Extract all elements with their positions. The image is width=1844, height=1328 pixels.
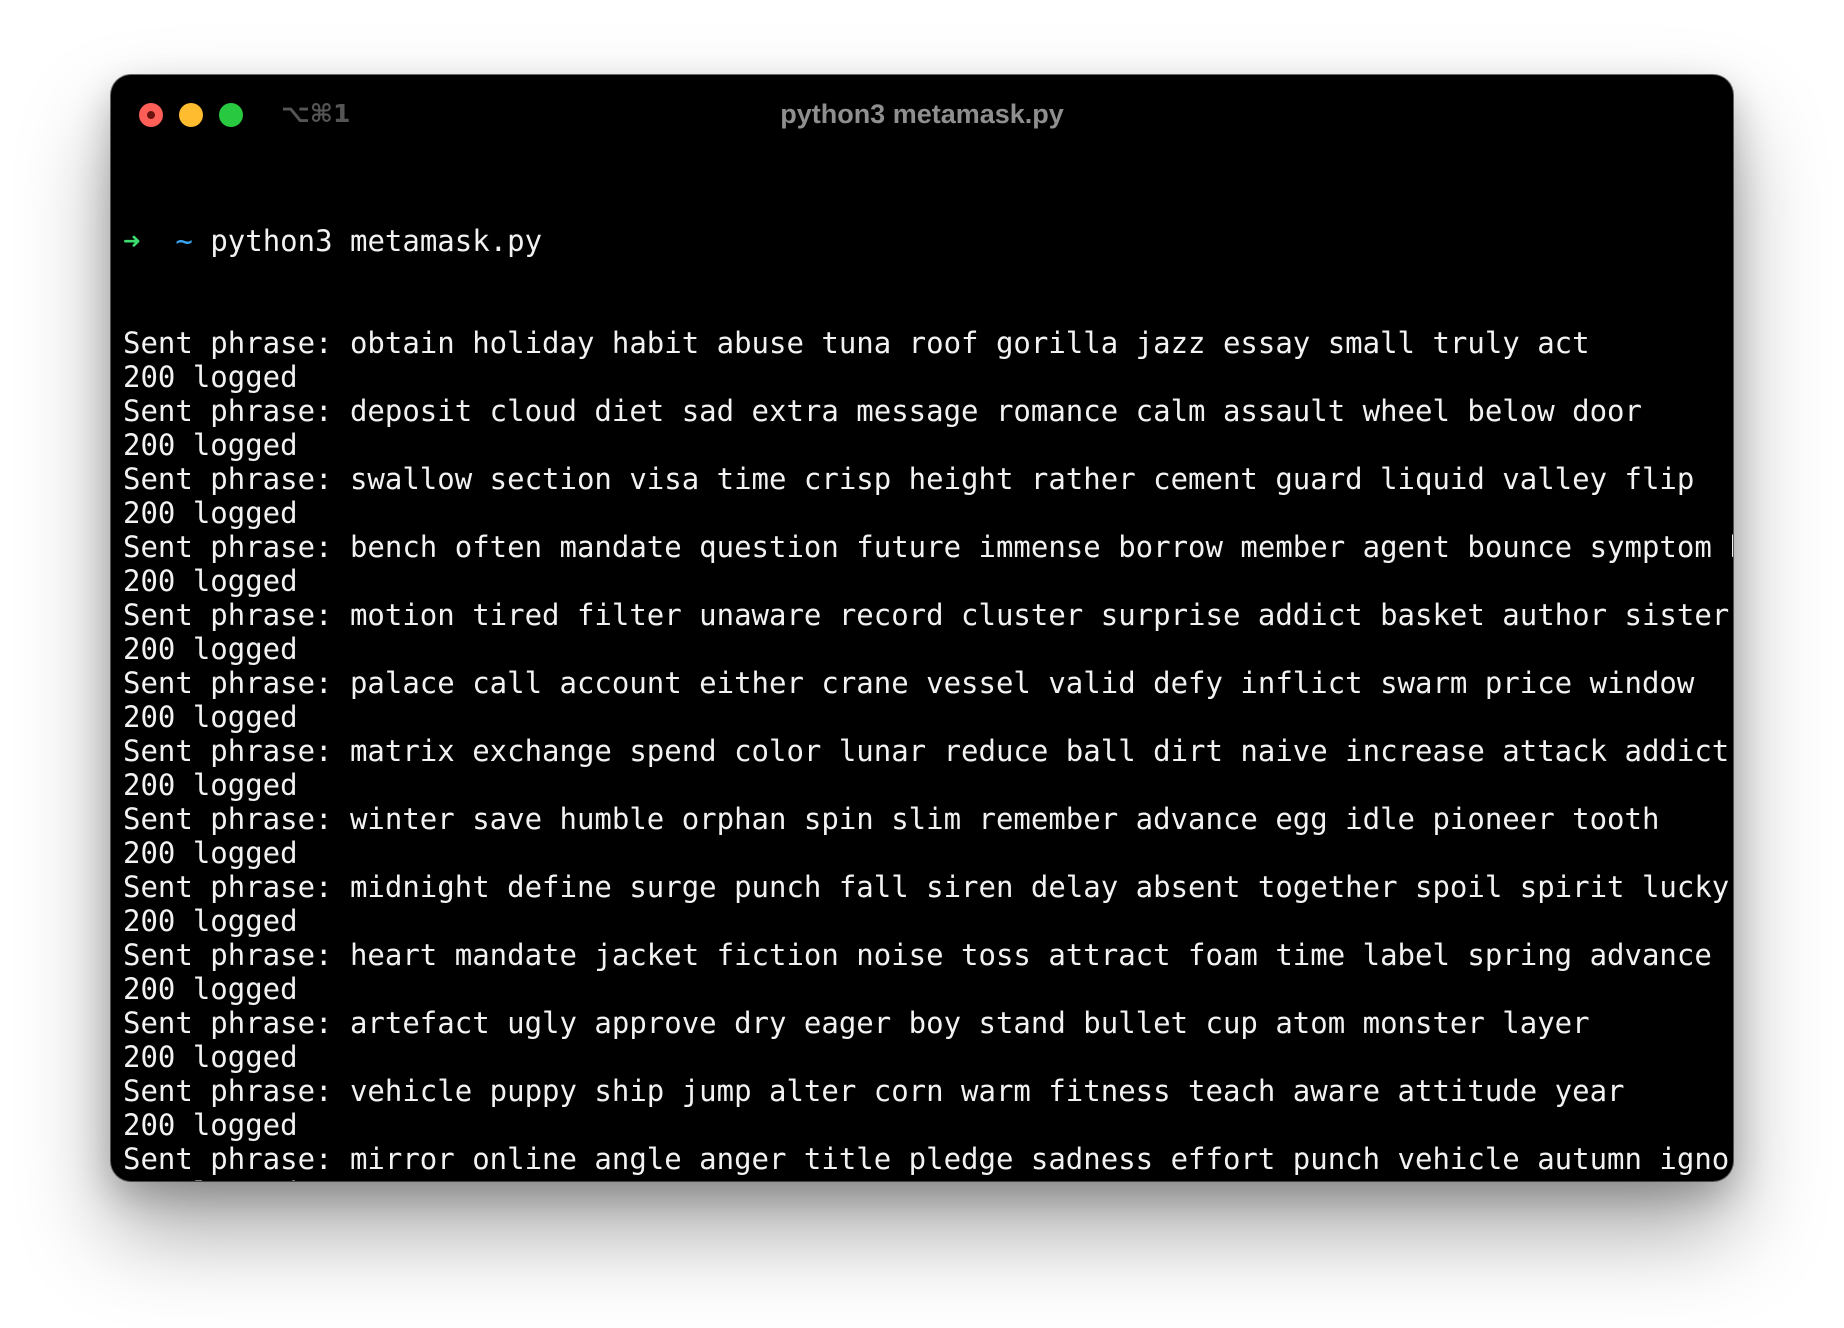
terminal-output[interactable]: ➜ ~ python3 metamask.py Sent phrase: obt… bbox=[123, 156, 1733, 1181]
output-line: Sent phrase: deposit cloud diet sad extr… bbox=[123, 394, 1642, 428]
terminal-window: ⌥⌘1 python3 metamask.py ➜ ~ python3 meta… bbox=[111, 75, 1733, 1181]
output-line: Sent phrase: bench often mandate questio… bbox=[123, 530, 1733, 564]
output-line: 200 logged bbox=[123, 1040, 298, 1074]
output-line: 200 logged bbox=[123, 632, 298, 666]
output-line: Sent phrase: heart mandate jacket fictio… bbox=[123, 938, 1712, 972]
output-line: Sent phrase: winter save humble orphan s… bbox=[123, 802, 1660, 836]
output-line: Sent phrase: mirror online angle anger t… bbox=[123, 1142, 1733, 1176]
output-line: Sent phrase: vehicle puppy ship jump alt… bbox=[123, 1074, 1625, 1108]
prompt-command: python3 metamask.py bbox=[210, 224, 543, 258]
output-line: Sent phrase: motion tired filter unaware… bbox=[123, 598, 1733, 632]
window-title: python3 metamask.py bbox=[780, 99, 1064, 129]
output-line: 200 logged bbox=[123, 564, 298, 598]
prompt-arrow-icon: ➜ bbox=[123, 224, 141, 258]
title-bar[interactable]: ⌥⌘1 python3 metamask.py bbox=[111, 75, 1733, 153]
output-line: 200 logged bbox=[123, 700, 298, 734]
prompt-directory: ~ bbox=[175, 224, 193, 258]
output-line: Sent phrase: swallow section visa time c… bbox=[123, 462, 1695, 496]
output-line: 200 logged bbox=[123, 768, 298, 802]
output-line: Sent phrase: midnight define surge punch… bbox=[123, 870, 1730, 904]
output-line: 200 logged bbox=[123, 836, 298, 870]
output-line: 200 logged bbox=[123, 904, 298, 938]
output-line: Sent phrase: artefact ugly approve dry e… bbox=[123, 1006, 1590, 1040]
prompt-line: ➜ ~ python3 metamask.py bbox=[123, 224, 1733, 258]
output-line: 200 logged bbox=[123, 496, 298, 530]
output-line: 200 logged bbox=[123, 1108, 298, 1142]
output-line: Sent phrase: palace call account either … bbox=[123, 666, 1695, 700]
page: ⌥⌘1 python3 metamask.py ➜ ~ python3 meta… bbox=[0, 0, 1844, 1328]
output-line: 200 logged bbox=[123, 428, 298, 462]
output-line: Sent phrase: matrix exchange spend color… bbox=[123, 734, 1730, 768]
output-line: Sent phrase: obtain holiday habit abuse … bbox=[123, 326, 1590, 360]
output-line: 200 logged bbox=[123, 1176, 1733, 1181]
output-line: 200 logged bbox=[123, 360, 298, 394]
output-line: 200 logged bbox=[123, 972, 298, 1006]
